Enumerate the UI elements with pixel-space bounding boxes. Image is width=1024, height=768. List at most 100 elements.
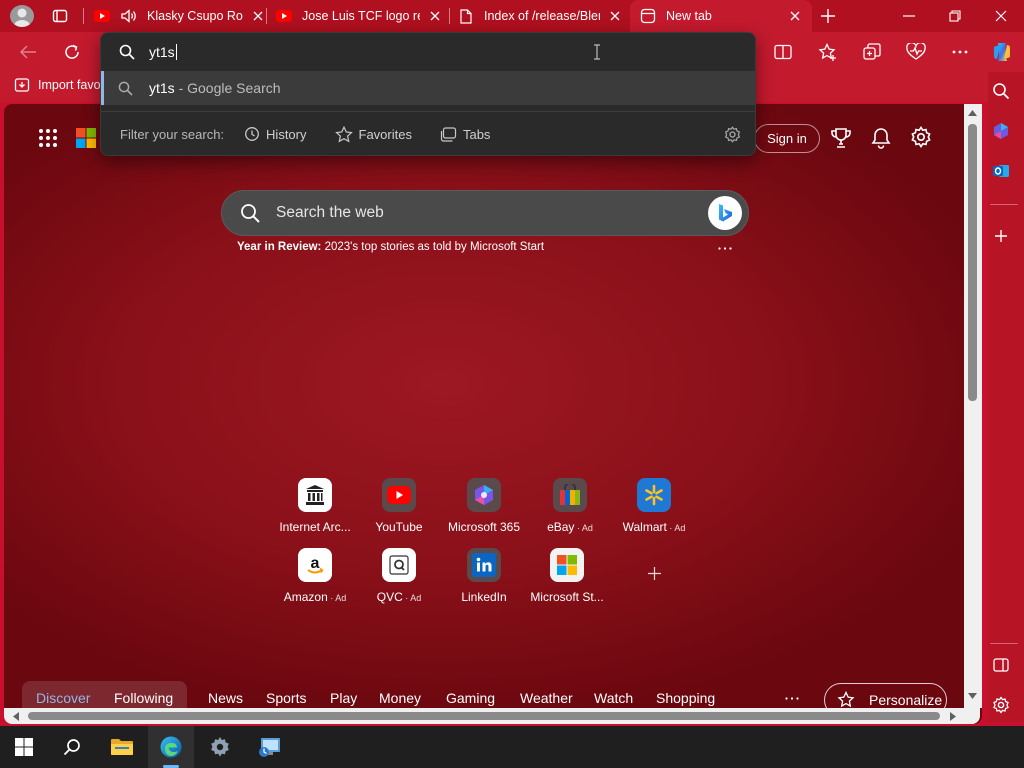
nav-news[interactable]: News: [208, 690, 243, 706]
new-tab-page-icon: [640, 8, 656, 24]
outlook-icon[interactable]: [989, 159, 1013, 183]
filter-favorites[interactable]: Favorites: [334, 125, 412, 143]
year-in-review-link[interactable]: Year in Review: 2023's top stories as to…: [237, 241, 544, 253]
close-tab-icon[interactable]: [430, 11, 440, 21]
dropdown-divider: [101, 111, 755, 112]
taskbar-search-button[interactable]: [50, 726, 94, 768]
tab-title: New tab: [666, 9, 712, 23]
page-settings-icon[interactable]: [910, 126, 932, 148]
ad-label: · Ad: [327, 593, 347, 603]
audio-playing-icon[interactable]: [120, 8, 138, 24]
settings-more-icon[interactable]: [948, 40, 972, 64]
walmart-icon: [637, 478, 671, 512]
tab-blender-index[interactable]: Index of /release/Blen: [452, 0, 630, 32]
minimize-button[interactable]: [886, 0, 932, 32]
quick-link-microsoft-store[interactable]: Microsoft St...: [522, 548, 612, 604]
search-sidebar-icon[interactable]: [989, 79, 1013, 103]
address-bar-input[interactable]: yt1s: [149, 44, 177, 60]
control-panel-taskbar-icon[interactable]: [248, 726, 292, 768]
close-tab-icon[interactable]: [610, 11, 620, 21]
nav-weather[interactable]: Weather: [520, 690, 573, 706]
import-favorites-label: Import favo: [38, 78, 101, 92]
star-icon: [334, 125, 353, 143]
nav-discover-label[interactable]: Discover: [36, 690, 90, 706]
address-bar-dropdown: yt1s yt1s - Google Search Filter your se…: [100, 32, 756, 156]
add-sidebar-app-icon[interactable]: [989, 224, 1013, 248]
notifications-bell-icon[interactable]: [870, 127, 892, 149]
nav-play[interactable]: Play: [330, 690, 357, 706]
tab-new-tab[interactable]: New tab: [630, 0, 812, 32]
restore-button[interactable]: [932, 0, 978, 32]
rewards-trophy-icon[interactable]: [830, 127, 852, 149]
search-icon: [118, 81, 133, 96]
add-quick-link-button[interactable]: [647, 566, 662, 581]
suggestion-source: - Google Search: [174, 80, 281, 96]
tab-jose-luis[interactable]: Jose Luis TCF logo ren: [270, 0, 448, 32]
scroll-up-arrow[interactable]: [967, 109, 978, 117]
tab-klasky[interactable]: Klasky Csupo Rol: [90, 0, 265, 32]
more-options-icon[interactable]: [718, 247, 732, 250]
nav-sports[interactable]: Sports: [266, 690, 306, 706]
quick-link-internet-archive[interactable]: Internet Arc...: [270, 478, 360, 534]
close-tab-icon[interactable]: [790, 11, 800, 21]
scroll-down-arrow[interactable]: [967, 692, 978, 700]
quick-link-amazon[interactable]: a Amazon · Ad: [270, 548, 360, 604]
document-icon: [460, 8, 472, 24]
nav-money[interactable]: Money: [379, 690, 421, 706]
refresh-button[interactable]: [60, 40, 84, 64]
split-screen-icon[interactable]: [771, 40, 795, 64]
start-button[interactable]: [2, 726, 46, 768]
youtube-icon: [94, 10, 110, 22]
filter-tabs-label: Tabs: [462, 126, 491, 142]
quick-link-walmart[interactable]: Walmart · Ad: [609, 478, 699, 534]
browser-essentials-icon[interactable]: [904, 40, 928, 64]
search-settings-icon[interactable]: [724, 125, 741, 143]
suggestion-google-search[interactable]: yt1s - Google Search: [101, 71, 755, 105]
search-filters: Filter your search: History Favorites Ta…: [101, 117, 755, 151]
quick-link-qvc[interactable]: QVC · Ad: [354, 548, 444, 604]
collections-icon[interactable]: [860, 40, 884, 64]
sign-in-button[interactable]: Sign in: [754, 124, 820, 153]
close-window-button[interactable]: [978, 0, 1024, 32]
new-tab-button[interactable]: [820, 8, 836, 24]
hide-sidebar-icon[interactable]: [989, 653, 1013, 677]
horizontal-scroll-thumb[interactable]: [28, 712, 940, 720]
quick-link-linkedin[interactable]: LinkedIn: [439, 548, 529, 604]
scroll-left-arrow[interactable]: [12, 711, 20, 722]
close-tab-icon[interactable]: [253, 11, 263, 21]
bing-chat-icon[interactable]: [708, 196, 742, 230]
settings-taskbar-icon[interactable]: [198, 726, 242, 768]
import-favorites-link[interactable]: Import favo: [14, 77, 101, 93]
quick-link-ebay[interactable]: eBay · Ad: [525, 478, 615, 534]
nav-watch[interactable]: Watch: [594, 690, 633, 706]
tab-actions-icon[interactable]: [52, 8, 68, 24]
nav-following[interactable]: Following: [114, 690, 173, 706]
quick-link-microsoft-365[interactable]: Microsoft 365: [439, 478, 529, 534]
filter-tabs[interactable]: Tabs: [440, 127, 490, 142]
favorites-icon[interactable]: [816, 40, 840, 64]
back-button[interactable]: [16, 40, 40, 64]
file-explorer-icon[interactable]: [100, 726, 144, 768]
nav-shopping[interactable]: Shopping: [656, 690, 715, 706]
nav-more-icon[interactable]: [785, 697, 799, 700]
year-in-review-text: 2023's top stories as told by Microsoft …: [321, 241, 545, 253]
quick-link-youtube[interactable]: YouTube: [354, 478, 444, 534]
vertical-scroll-thumb[interactable]: [968, 124, 977, 401]
profile-icon[interactable]: [10, 5, 34, 27]
tab-title: Jose Luis TCF logo ren: [302, 9, 420, 23]
nav-gaming[interactable]: Gaming: [446, 690, 495, 706]
copilot-sidebar-icon[interactable]: [989, 119, 1013, 143]
personalize-label: Personalize: [869, 692, 943, 708]
tab-separator: [266, 8, 267, 24]
copilot-icon[interactable]: [990, 40, 1014, 64]
address-bar[interactable]: yt1s: [101, 33, 755, 71]
edge-taskbar-icon[interactable]: [148, 726, 194, 768]
filter-history[interactable]: History: [244, 126, 307, 142]
web-search-box[interactable]: Search the web: [221, 190, 749, 236]
tile-label: Microsoft 365: [447, 520, 521, 534]
sidebar-settings-icon[interactable]: [989, 693, 1013, 717]
app-launcher-icon[interactable]: [38, 128, 58, 148]
scroll-right-arrow[interactable]: [949, 711, 957, 722]
tabs-icon: [440, 126, 457, 142]
search-placeholder: Search the web: [276, 204, 384, 221]
